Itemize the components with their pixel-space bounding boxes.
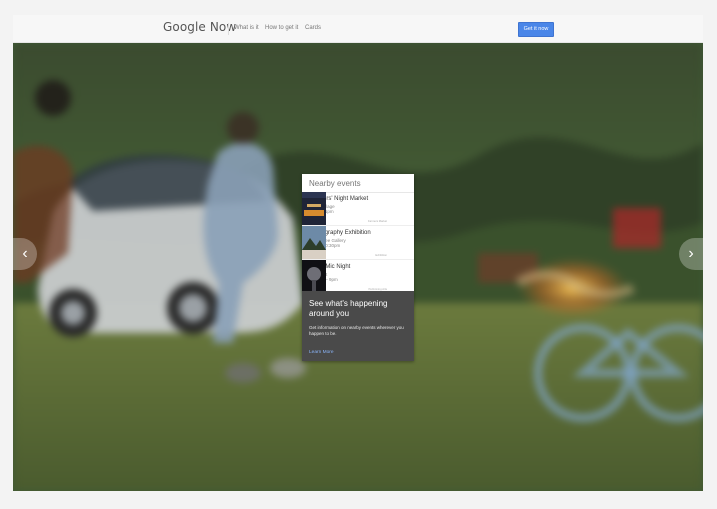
card-footer: See what's happening around you Get info…: [302, 291, 414, 361]
nav-label: How to get it: [265, 25, 299, 31]
hero-image: ‹ › Nearby events Farmers' Night Market …: [13, 43, 703, 491]
footer-title: See what's happening around you: [309, 299, 388, 318]
chevron-left-icon: ‹: [22, 245, 28, 262]
event-thumbnail: [302, 260, 326, 293]
event-row[interactable]: Photography Exhibition Ahwahnee Gallery …: [302, 226, 414, 260]
chevron-right-icon: ›: [688, 245, 694, 262]
nav-divider: [228, 23, 229, 35]
get-it-now-button[interactable]: Get it now: [518, 22, 554, 37]
nav-label: What is it: [234, 25, 259, 31]
top-bar: Google Now What is it How to get it Card…: [13, 15, 703, 43]
event-row[interactable]: Open Mic Night Oakhurst 6:30pm – 9pm Per…: [302, 260, 414, 293]
brand-text: Google Now: [163, 20, 237, 34]
nav-how-to-get-it[interactable]: How to get it: [265, 25, 298, 31]
event-row[interactable]: Farmers' Night Market Curry Village 6pm …: [302, 192, 414, 226]
nearby-events-card: Nearby events Farmers' Night Market Curr…: [302, 174, 414, 361]
nav-label: Cards: [305, 25, 322, 31]
event-tag: Farmers Market: [368, 220, 387, 223]
card-title: Nearby events: [309, 179, 361, 188]
button-label: Get it now: [523, 26, 549, 32]
learn-more-link[interactable]: Learn More: [309, 350, 334, 355]
event-thumbnail: [302, 226, 326, 259]
nav-what-is-it[interactable]: What is it: [234, 25, 259, 31]
footer-text: Get information on nearby events whereve…: [309, 325, 404, 336]
event-tag: Exhibition: [375, 254, 387, 257]
event-thumbnail: [302, 192, 326, 225]
card-header: Nearby events: [302, 174, 414, 193]
google-now-logo[interactable]: Google Now: [163, 20, 236, 34]
nav-cards[interactable]: Cards: [305, 25, 321, 31]
carousel-next[interactable]: ›: [679, 238, 703, 270]
